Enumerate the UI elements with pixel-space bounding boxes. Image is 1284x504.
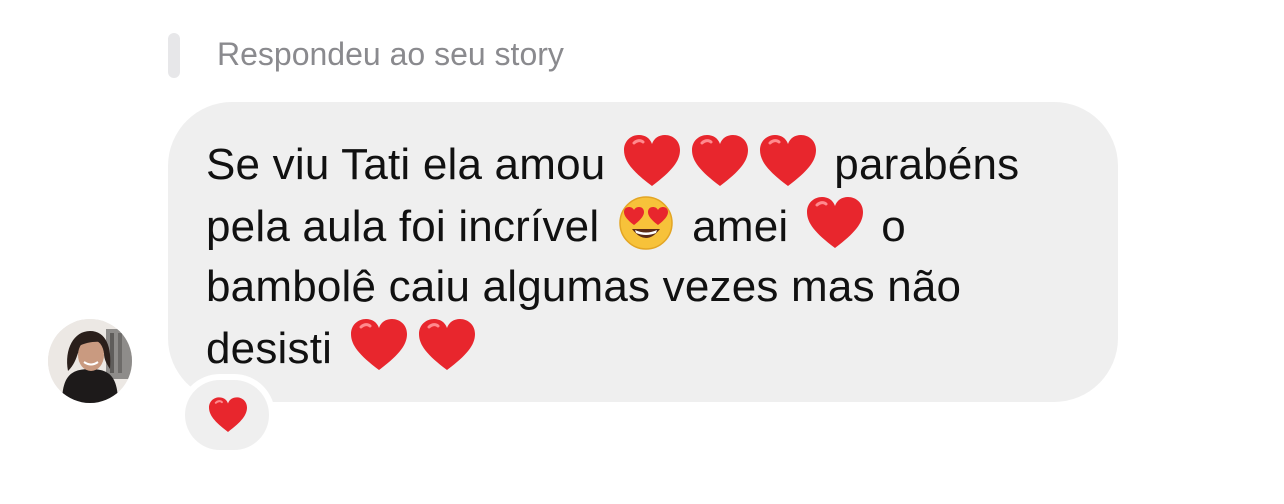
- red-heart-icon: [690, 133, 750, 189]
- red-heart-icon: [417, 317, 477, 373]
- message-bubble[interactable]: Se viu Tati ela amou parabéns pela aula …: [168, 102, 1118, 402]
- message-text: o: [881, 202, 906, 251]
- red-heart-icon: [622, 133, 682, 189]
- message-line-1: Se viu Tati ela amou parabéns: [206, 133, 1078, 195]
- message-line-4: desisti: [206, 317, 1078, 379]
- message-reaction[interactable]: [179, 374, 275, 456]
- message-text: amei: [692, 202, 789, 251]
- message-text: pela aula foi incrível: [206, 202, 600, 251]
- message-text: Se viu Tati ela amou: [206, 140, 606, 189]
- message-line-2: pela aula foi incrível amei o: [206, 195, 1078, 257]
- heart-eyes-icon: [616, 195, 676, 251]
- sender-avatar[interactable]: [48, 319, 132, 403]
- red-heart-icon: [349, 317, 409, 373]
- reaction-pill: [185, 380, 269, 450]
- story-reply-indicator: [168, 33, 180, 78]
- message-line-3: bambolê caiu algumas vezes mas não: [206, 257, 1078, 317]
- red-heart-icon: [207, 396, 249, 439]
- dm-thread: Respondeu ao seu story Se viu Tati ela a…: [0, 0, 1284, 504]
- message-text: parabéns: [834, 140, 1020, 189]
- message-text: desisti: [206, 324, 333, 373]
- message-text: bambolê caiu algumas vezes mas não: [206, 262, 962, 311]
- red-heart-icon: [805, 195, 865, 251]
- story-reply-label: Respondeu ao seu story: [217, 36, 564, 72]
- red-heart-icon: [758, 133, 818, 189]
